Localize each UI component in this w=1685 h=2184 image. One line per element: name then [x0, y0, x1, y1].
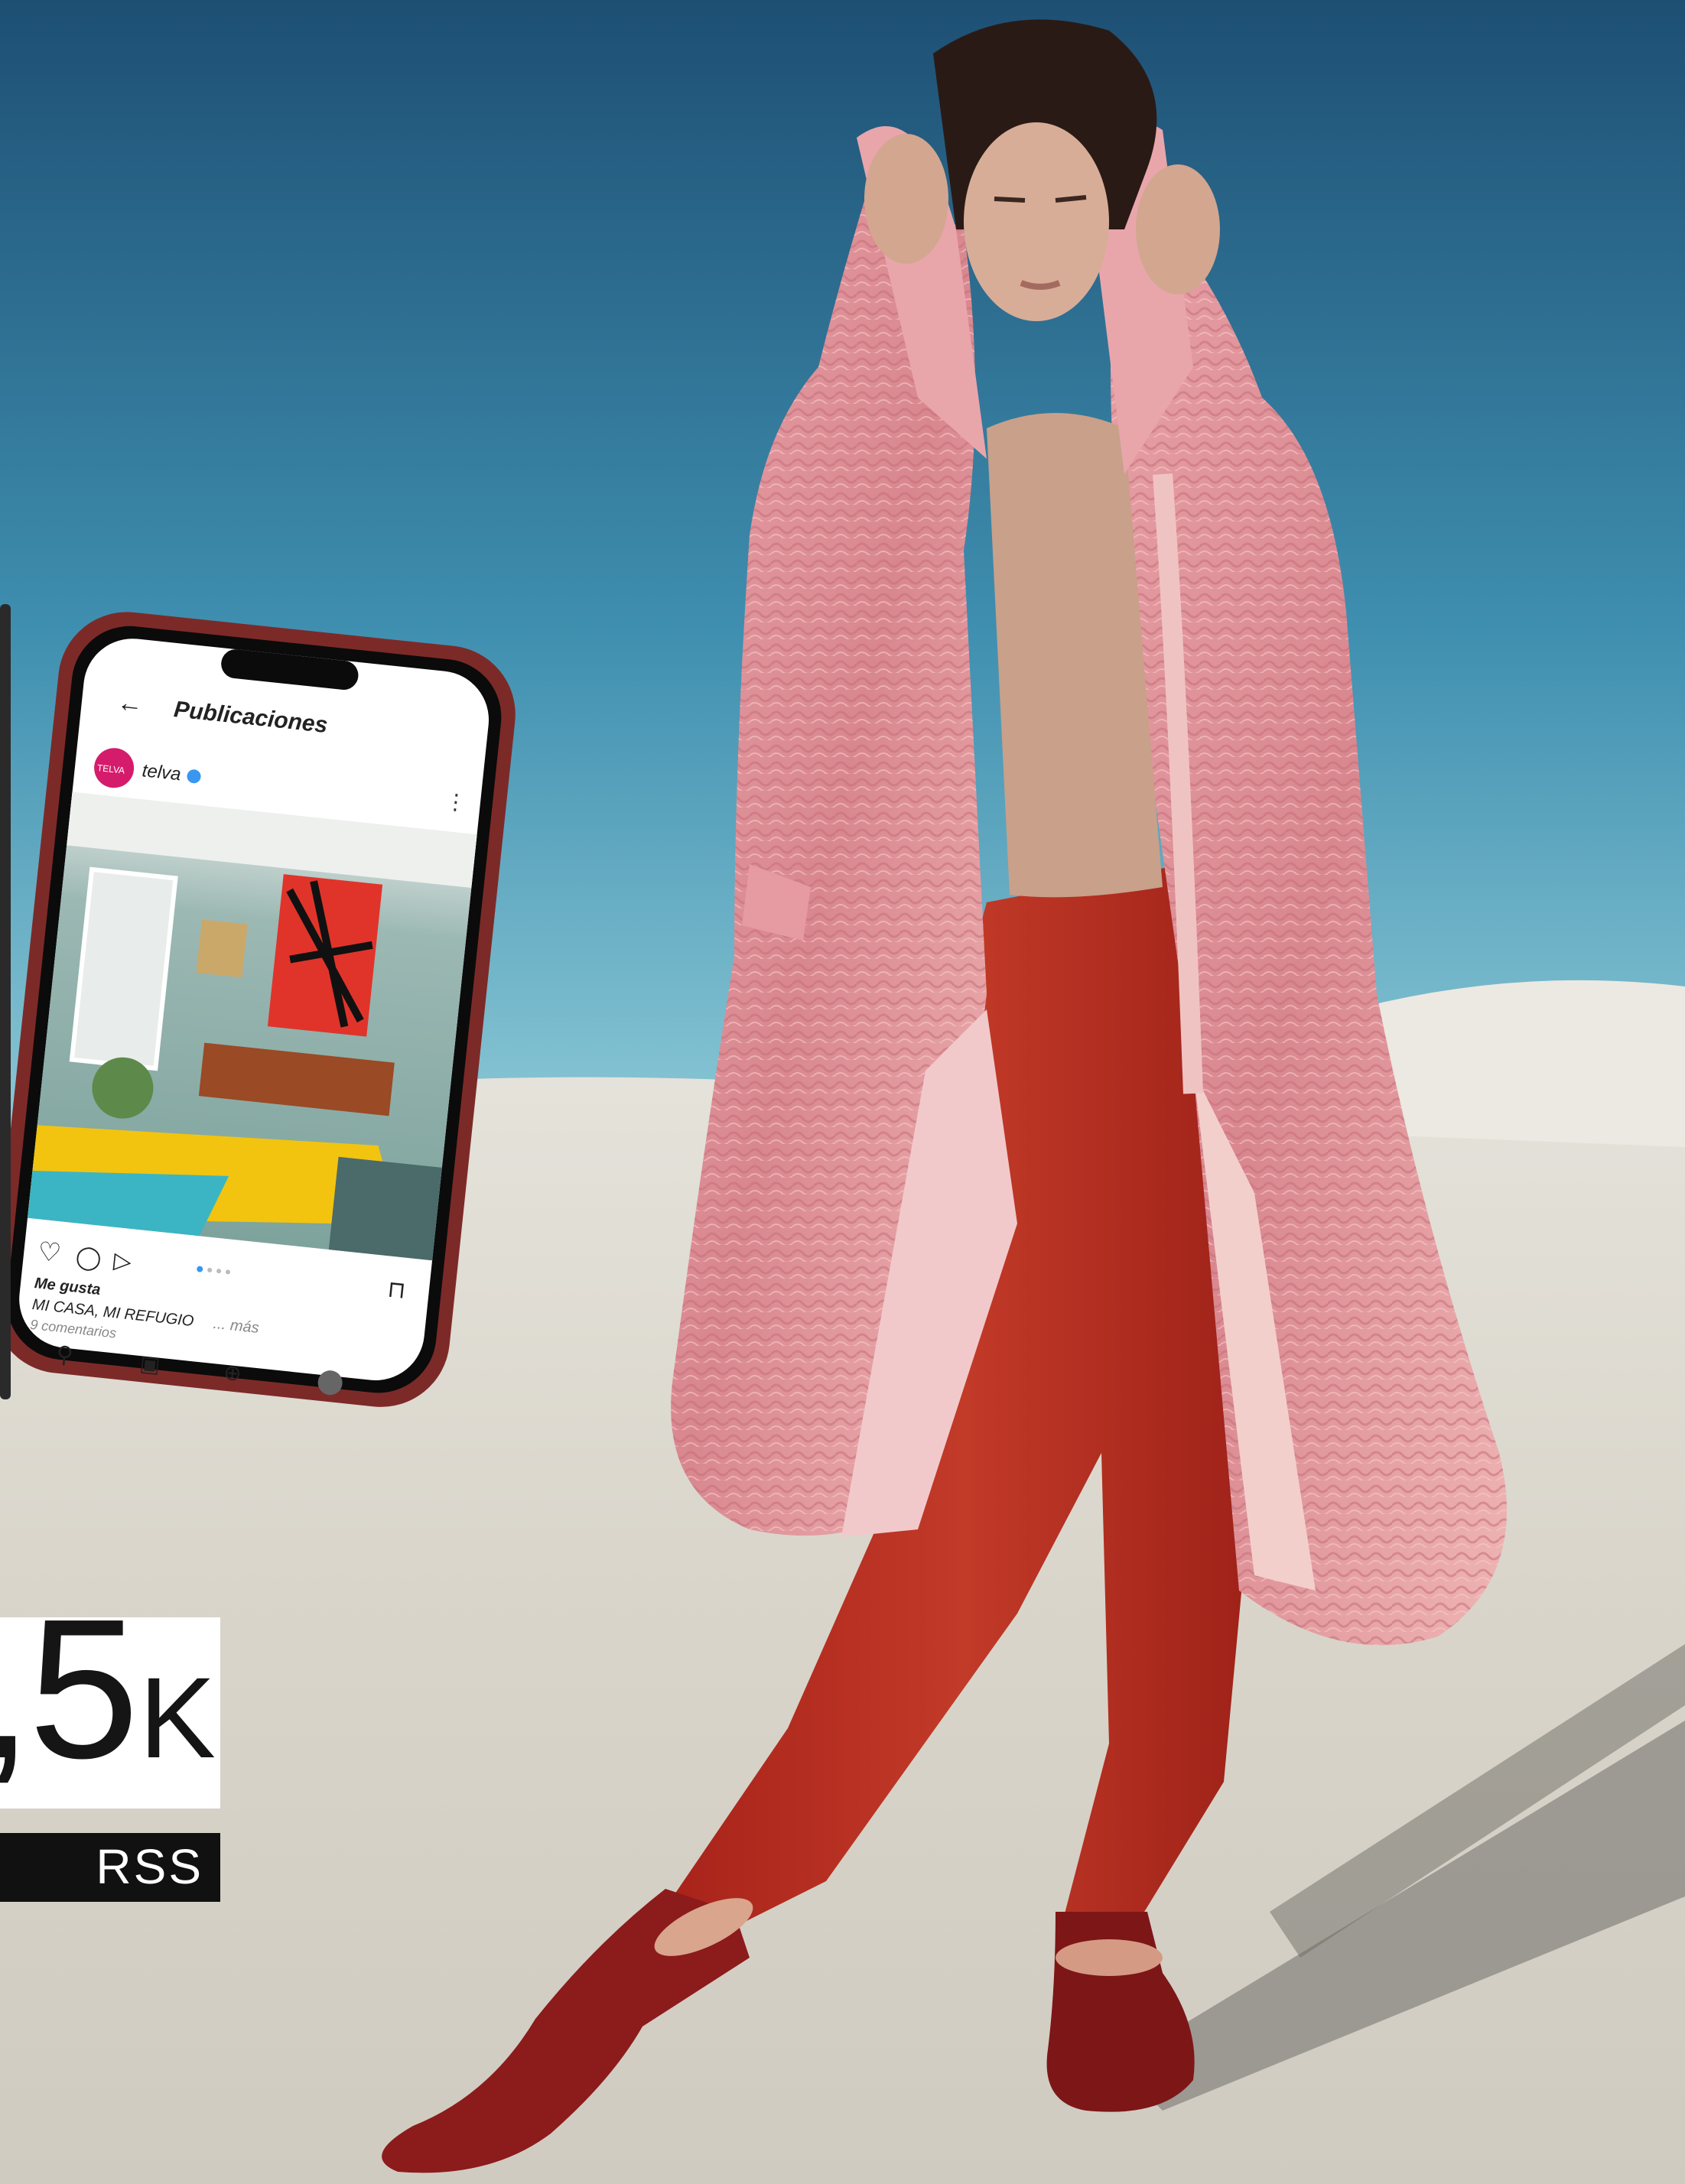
search-icon: ⚲ — [55, 1341, 75, 1370]
comment-icon: ◯ — [74, 1243, 102, 1272]
account-name: telva — [142, 760, 182, 785]
share-icon: ▷ — [112, 1247, 133, 1276]
bookmark-icon: ⊓ — [386, 1276, 407, 1304]
stat-label: RSS — [96, 1839, 203, 1894]
stat-number: ,5K — [0, 1578, 216, 1800]
phone-mockup: ← Publicaciones TELVA telva ⋮ ♡ ◯ ▷ ⊓ Me… — [0, 612, 516, 1407]
reels-icon: ▣ — [138, 1350, 161, 1378]
stat-bar: RSS — [0, 1833, 220, 1902]
fashion-photo: ← Publicaciones TELVA telva ⋮ ♡ ◯ ▷ ⊓ Me… — [0, 0, 1685, 2184]
shop-icon: ⊕ — [223, 1360, 243, 1386]
more-icon: ⋮ — [444, 789, 467, 815]
stat-unit: K — [138, 1653, 216, 1782]
back-arrow-icon: ← — [115, 687, 145, 719]
heart-icon: ♡ — [36, 1236, 62, 1269]
stat-card: ,5K — [0, 1590, 220, 1809]
